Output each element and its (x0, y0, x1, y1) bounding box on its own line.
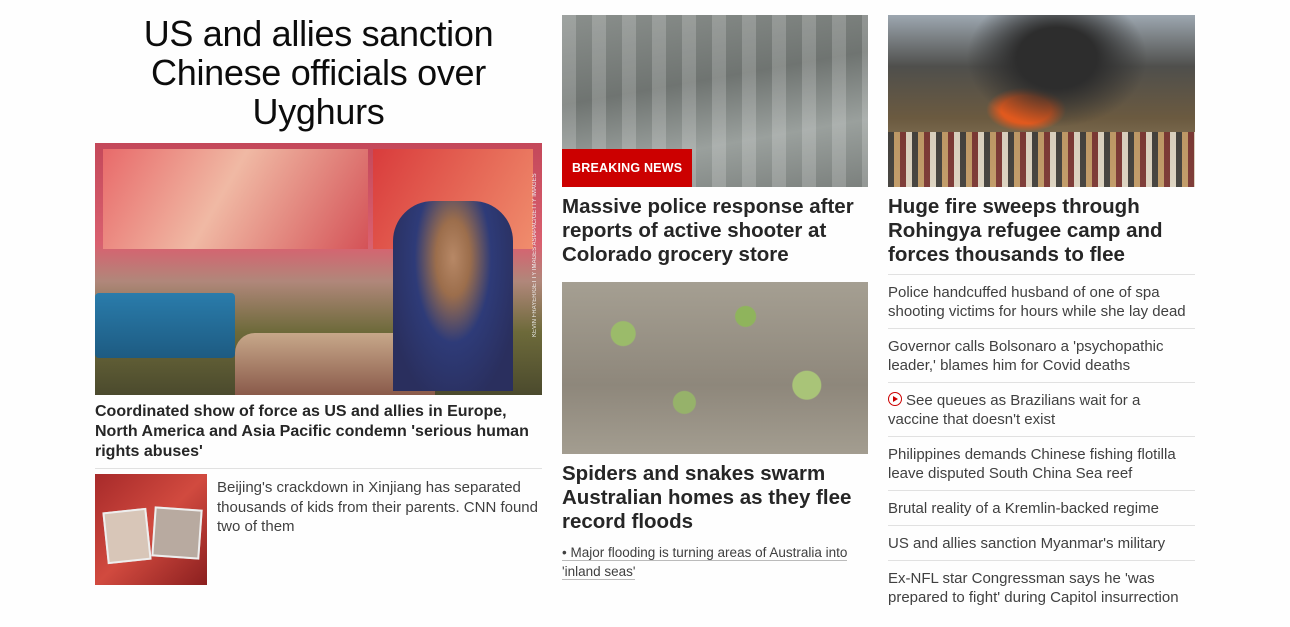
sub-story-thumbnail[interactable] (95, 474, 207, 585)
hero-headline-link[interactable]: US and allies sanction Chinese officials… (95, 14, 542, 131)
play-icon (888, 392, 902, 406)
spiders-headline[interactable]: Spiders and snakes swarm Australian home… (562, 462, 868, 534)
hero-image-truck (95, 293, 235, 358)
hero-caption-link[interactable]: Coordinated show of force as US and alli… (95, 402, 542, 462)
rohingya-fire-image[interactable] (888, 15, 1195, 187)
right-column: Huge fire sweeps through Rohingya refuge… (888, 0, 1195, 614)
hero-image-poster-left (103, 149, 368, 249)
hero-image-person (393, 201, 513, 391)
police-response-headline[interactable]: Massive police response after reports of… (562, 195, 868, 267)
list-item[interactable]: Police handcuffed husband of one of spa … (888, 274, 1195, 328)
list-item[interactable]: Brutal reality of a Kremlin-backed regim… (888, 490, 1195, 525)
thumbnail-photo-left (102, 507, 152, 565)
middle-column: BREAKING NEWS Massive police response af… (562, 0, 868, 581)
hero-column: US and allies sanction Chinese officials… (95, 0, 542, 585)
sub-story-text-link[interactable]: Beijing's crackdown in Xinjiang has sepa… (217, 478, 542, 585)
hero-image[interactable]: KEVIN FRAYER/GETTY IMAGES ASIAPAC/GETTY … (95, 143, 542, 395)
related-flooding-link[interactable]: • Major flooding is turning areas of Aus… (562, 543, 868, 581)
fire-image-crowd (888, 132, 1195, 187)
list-item[interactable]: US and allies sanction Myanmar's militar… (888, 525, 1195, 560)
related-flooding-text: • Major flooding is turning areas of Aus… (562, 545, 848, 580)
list-item-text: See queues as Brazilians wait for a vacc… (888, 392, 1141, 428)
list-item[interactable]: Philippines demands Chinese fishing flot… (888, 436, 1195, 490)
breaking-news-badge: BREAKING NEWS (562, 149, 693, 187)
list-item[interactable]: Ex-NFL star Congressman says he 'was pre… (888, 560, 1195, 614)
list-item-video[interactable]: See queues as Brazilians wait for a vacc… (888, 382, 1195, 436)
police-response-image[interactable]: BREAKING NEWS (562, 15, 868, 187)
thumbnail-photo-right (151, 506, 203, 560)
rohingya-fire-headline[interactable]: Huge fire sweeps through Rohingya refuge… (888, 195, 1195, 267)
headline-list: Police handcuffed husband of one of spa … (888, 274, 1195, 614)
image-credit: KEVIN FRAYER/GETTY IMAGES ASIAPAC/GETTY … (532, 173, 538, 337)
sub-story[interactable]: Beijing's crackdown in Xinjiang has sepa… (95, 468, 542, 585)
list-item[interactable]: Governor calls Bolsonaro a 'psychopathic… (888, 328, 1195, 382)
flood-spiders-image[interactable] (562, 282, 868, 454)
